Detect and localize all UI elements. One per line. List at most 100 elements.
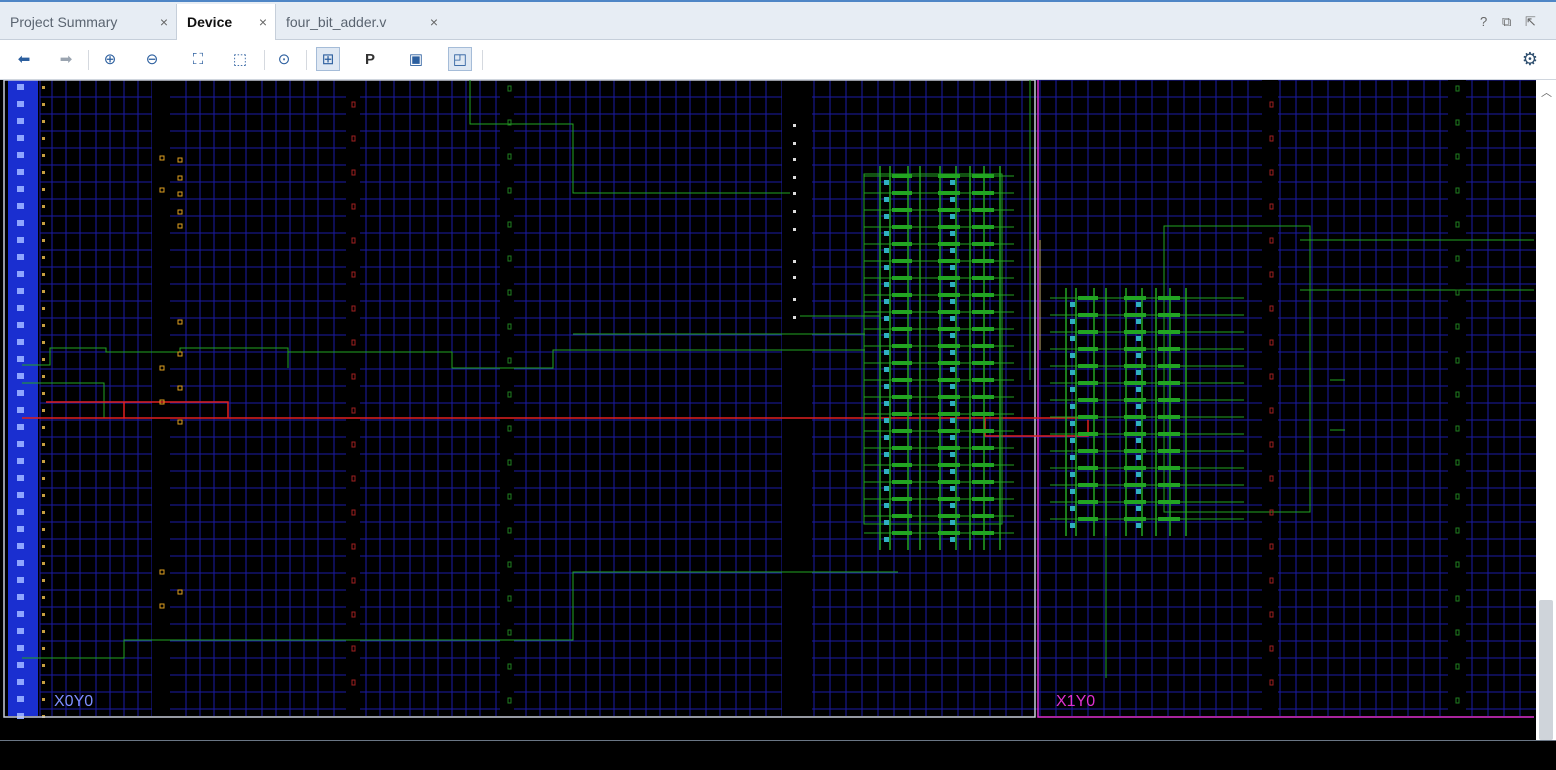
io-pad [17,101,24,107]
dark-column [152,80,170,716]
cluster-b-cell [1136,523,1141,528]
cluster-a-cell [950,350,955,355]
cluster-a-bar [892,276,912,280]
tab-project-summary[interactable]: Project Summary × [0,4,176,40]
close-icon[interactable]: × [430,14,438,30]
cluster-a-cell [950,537,955,542]
route-net [22,382,865,419]
io-marker [42,188,45,191]
scroll-up-icon[interactable]: ︿ [1541,84,1552,100]
cluster-a-cell [884,197,889,202]
io-marker [42,256,45,259]
orange-site [177,589,183,595]
close-icon[interactable]: × [160,14,168,30]
cluster-b-bar [1078,415,1098,419]
cluster-b-bar [1158,330,1180,334]
back-icon[interactable]: ⬅ [12,47,36,71]
io-column [8,80,38,716]
io-marker [42,494,45,497]
cluster-b-bar [1158,296,1180,300]
cluster-a-cell [884,418,889,423]
tab-four-bit-adder[interactable]: four_bit_adder.v × [276,4,446,40]
cluster-b-bar [1158,347,1180,351]
io-pad [17,152,24,158]
orange-site [177,157,183,163]
cluster-b-bar [1158,415,1180,419]
cluster-b-cell [1070,489,1075,494]
cluster-a-bar [972,310,994,314]
cluster-a-cell [884,486,889,491]
cluster-a-bar [972,327,994,331]
float-icon[interactable]: ⇱ [1525,14,1536,30]
cluster-b-bar [1078,330,1098,334]
cluster-b-bar [1158,432,1180,436]
cluster-a-cell [950,469,955,474]
cluster-a-cell [950,520,955,525]
toolbar-separator [306,50,307,70]
io-pad [17,135,24,141]
cluster-a-bar [972,242,994,246]
auto-fit-selection-icon[interactable]: ⊙ [272,47,296,71]
cluster-b-bar [1158,381,1180,385]
io-pad [17,322,24,328]
io-pad [17,492,24,498]
io-pad [17,475,24,481]
cluster-a-cell [884,316,889,321]
cluster-b-bar [1078,432,1098,436]
cluster-a-bar [892,225,912,229]
io-marker [42,477,45,480]
zoom-area-icon[interactable]: ⬚ [228,47,252,71]
io-pad [17,441,24,447]
cluster-a-bar [892,344,912,348]
cluster-b-bar [1158,364,1180,368]
zoom-in-icon[interactable]: ⊕ [98,47,122,71]
cluster-b-bar [1158,500,1180,504]
cluster-a-cell [884,282,889,287]
settings-icon[interactable]: ⚙ [1518,47,1542,71]
cluster-b-bar [1158,313,1180,317]
io-marker [42,324,45,327]
route-net [1300,239,1534,291]
cluster-b-cell [1070,387,1075,392]
cluster-a-bar [972,276,994,280]
cluster-a-cell [950,180,955,185]
device-floorplan[interactable] [0,80,1536,770]
cluster-b-bar [1078,347,1098,351]
cluster-a-cell [950,503,955,508]
io-marker [42,613,45,616]
toolbar-separator [88,50,89,70]
restore-icon[interactable]: ⧉ [1502,14,1511,30]
zoom-out-icon[interactable]: ⊖ [140,47,164,71]
cluster-a-bar [972,293,994,297]
scrollbar-thumb[interactable] [1539,600,1553,740]
cluster-a-cell [884,180,889,185]
cluster-a-cell [950,333,955,338]
routing-resources-icon[interactable]: ⊞ [316,47,340,71]
zoom-fit-icon[interactable]: ⛶ [186,47,210,71]
cluster-a-bar [972,259,994,263]
tab-device[interactable]: Device × [176,4,276,40]
clock-region-label-x0y0: X0Y0 [54,693,94,710]
io-marker [42,511,45,514]
device-canvas[interactable]: X0Y0 X1Y0 [0,80,1556,770]
cluster-a-bar [972,429,994,433]
help-icon[interactable]: ? [1480,14,1487,29]
io-marker [42,120,45,123]
draw-pblock-icon[interactable]: ▣ [404,47,428,71]
cluster-a-bar [972,344,994,348]
cluster-b-bar [1078,398,1098,402]
cluster-a-bar [892,174,912,178]
show-logic-icon[interactable]: ◰ [448,47,472,71]
cluster-a-cell [884,333,889,338]
cluster-a-cell [950,248,955,253]
io-pad [17,84,24,90]
pblock-icon[interactable]: P [358,47,382,71]
white-site [793,228,796,231]
io-marker [42,222,45,225]
io-pad [17,628,24,634]
dark-column [782,80,812,716]
forward-icon[interactable]: ➡ [54,47,78,71]
cluster-b-cell [1136,404,1141,409]
close-icon[interactable]: × [259,14,267,30]
cluster-a-bar [892,191,912,195]
